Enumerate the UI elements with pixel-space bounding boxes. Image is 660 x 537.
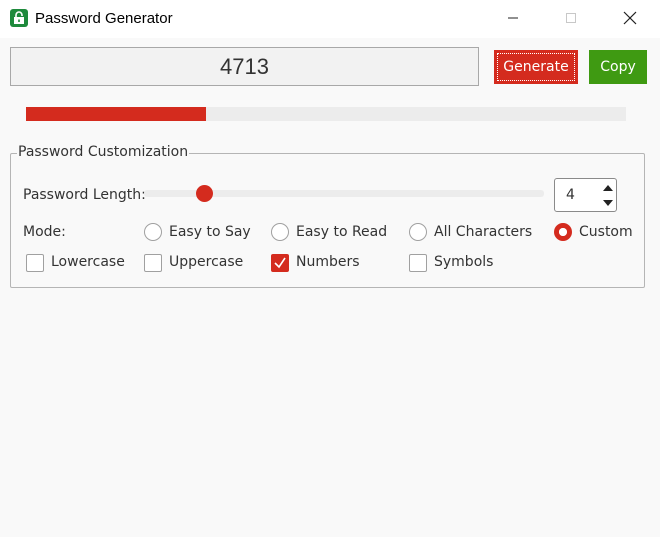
- close-button[interactable]: [607, 0, 653, 36]
- lock-icon: [10, 9, 28, 27]
- mode-easy-to-say-radio[interactable]: [144, 223, 162, 241]
- lowercase-label[interactable]: Lowercase: [51, 254, 125, 270]
- spin-down-button[interactable]: [602, 198, 614, 207]
- title-bar: Password Generator: [0, 0, 660, 38]
- caret-up-icon: [603, 184, 613, 191]
- maximize-button[interactable]: [548, 0, 594, 36]
- numbers-checkbox[interactable]: [271, 254, 289, 272]
- mode-easy-to-read-label[interactable]: Easy to Read: [296, 224, 387, 240]
- mode-all-characters-label[interactable]: All Characters: [434, 224, 532, 240]
- minimize-icon: [508, 17, 518, 19]
- strength-meter-fill: [26, 107, 206, 121]
- mode-all-characters-radio[interactable]: [409, 223, 427, 241]
- spin-up-button[interactable]: [602, 183, 614, 192]
- lowercase-checkbox[interactable]: [26, 254, 44, 272]
- generate-button[interactable]: Generate: [494, 50, 578, 84]
- checkmark-icon: [274, 257, 286, 269]
- symbols-label[interactable]: Symbols: [434, 254, 493, 270]
- mode-label: Mode:: [23, 224, 66, 240]
- password-output[interactable]: 4713: [10, 47, 479, 86]
- close-icon: [623, 11, 637, 25]
- customization-group-title: Password Customization: [17, 144, 190, 160]
- password-length-label: Password Length:: [23, 187, 146, 203]
- uppercase-checkbox[interactable]: [144, 254, 162, 272]
- copy-button[interactable]: Copy: [589, 50, 647, 84]
- window-title: Password Generator: [35, 10, 173, 27]
- password-length-value[interactable]: 4: [566, 187, 575, 203]
- minimize-button[interactable]: [490, 0, 536, 36]
- symbols-checkbox[interactable]: [409, 254, 427, 272]
- mode-easy-to-say-label[interactable]: Easy to Say: [169, 224, 251, 240]
- strength-meter: [26, 107, 626, 121]
- uppercase-label[interactable]: Uppercase: [169, 254, 243, 270]
- mode-custom-radio[interactable]: [554, 223, 572, 241]
- password-length-spinbox[interactable]: 4: [554, 178, 617, 212]
- mode-custom-label[interactable]: Custom: [579, 224, 633, 240]
- maximize-icon: [566, 13, 576, 23]
- numbers-label[interactable]: Numbers: [296, 254, 360, 270]
- mode-easy-to-read-radio[interactable]: [271, 223, 289, 241]
- caret-down-icon: [603, 199, 613, 206]
- password-length-slider-thumb[interactable]: [196, 185, 213, 202]
